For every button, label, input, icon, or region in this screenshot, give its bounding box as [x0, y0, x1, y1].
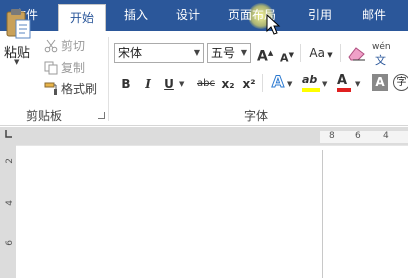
group-separator: [108, 37, 109, 121]
font-color-button[interactable]: A: [337, 73, 351, 93]
character-shading-button[interactable]: A: [372, 74, 388, 91]
copy-icon: [44, 61, 58, 74]
font-size-select[interactable]: 五号 ▼: [207, 43, 251, 63]
format-painter-label: 格式刷: [61, 82, 98, 96]
font-size-value: 五号: [211, 46, 236, 60]
highlight-button[interactable]: ab: [302, 73, 320, 93]
font-color-icon: A: [337, 73, 348, 88]
font-name-value: 宋体: [118, 46, 143, 60]
phonetic-char: 文: [375, 54, 386, 67]
clipboard-dialog-launcher-icon[interactable]: [98, 112, 105, 119]
phonetic-guide-button[interactable]: wén 文: [372, 42, 391, 68]
underline-dropdown-arrow[interactable]: ▼: [179, 80, 184, 88]
ruler-tick-label: 4: [383, 131, 389, 141]
ruler-tick-label: 4: [5, 200, 15, 206]
font-name-select[interactable]: 宋体 ▼: [114, 43, 204, 63]
eraser-icon[interactable]: [347, 45, 367, 61]
change-case-button[interactable]: Aa ▼: [307, 44, 335, 62]
shrink-font-button[interactable]: A▼: [279, 46, 295, 65]
tab-insert[interactable]: 插入: [112, 0, 160, 31]
paintbrush-icon: [44, 82, 57, 95]
italic-button[interactable]: I: [141, 75, 155, 93]
font-group-label: 字体: [244, 109, 269, 123]
copy-label: 复制: [61, 61, 86, 75]
format-painter-button[interactable]: 格式刷: [44, 80, 97, 97]
ruler-tick-label: 6: [5, 240, 15, 246]
subscript-button[interactable]: x₂: [219, 75, 237, 93]
cut-label: 剪切: [61, 39, 86, 53]
text-effects-dropdown-arrow[interactable]: ▼: [287, 80, 292, 88]
highlight-icon: ab: [302, 73, 318, 86]
superscript-button[interactable]: x²: [240, 75, 258, 93]
mouse-cursor-icon: [266, 14, 281, 35]
ruler-tick-label: 2: [5, 158, 15, 164]
grow-font-icon: A: [257, 48, 268, 65]
tab-selector-icon[interactable]: [3, 129, 13, 139]
divider: [300, 44, 301, 62]
chevron-down-icon: ▼: [240, 48, 247, 57]
grow-font-button[interactable]: A▲: [257, 44, 273, 65]
font-color-bar: [337, 88, 351, 92]
clipboard-group-label: 剪贴板: [26, 109, 63, 123]
document-page[interactable]: [16, 146, 408, 278]
copy-button[interactable]: 复制: [44, 59, 85, 76]
enclose-characters-button[interactable]: 字: [393, 74, 408, 91]
change-case-icon: Aa: [309, 46, 325, 60]
text-effects-button[interactable]: A: [270, 72, 286, 91]
page-margin-line: [322, 150, 323, 278]
paste-icon[interactable]: [6, 8, 32, 40]
scissors-icon: [44, 39, 58, 52]
shrink-font-icon: A: [280, 51, 289, 65]
highlight-color-bar: [302, 88, 320, 92]
tab-references[interactable]: 引用: [296, 0, 344, 31]
tab-mailings[interactable]: 邮件: [350, 0, 398, 31]
tab-design[interactable]: 设计: [164, 0, 212, 31]
divider: [340, 44, 341, 62]
highlight-dropdown-arrow[interactable]: ▼: [322, 80, 327, 88]
tab-home[interactable]: 开始: [58, 4, 106, 31]
paste-dropdown-arrow[interactable]: ▼: [14, 58, 19, 66]
divider: [262, 74, 263, 92]
cut-button[interactable]: 剪切: [44, 37, 85, 54]
phonetic-pinyin: wén: [372, 42, 391, 52]
ruler-tick-label: 8: [329, 131, 335, 141]
ruler-tick-label: 6: [355, 131, 361, 141]
bold-button[interactable]: B: [119, 75, 133, 93]
chevron-down-icon: ▼: [193, 48, 200, 57]
font-color-dropdown-arrow[interactable]: ▼: [355, 80, 360, 88]
underline-button[interactable]: U: [162, 75, 176, 93]
strikethrough-button[interactable]: abc: [194, 75, 218, 93]
